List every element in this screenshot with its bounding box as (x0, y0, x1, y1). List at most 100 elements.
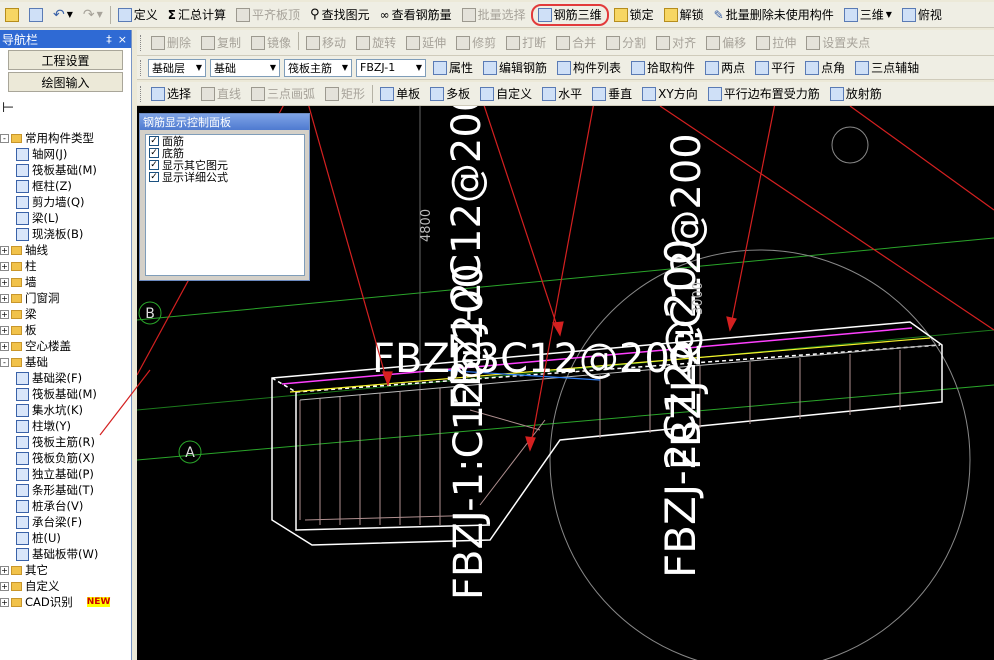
tree-item[interactable]: + 其它 (0, 562, 131, 578)
toolbar3-item-6-button[interactable]: 点角 (800, 57, 850, 79)
top-view-button[interactable]: 俯视 (897, 4, 947, 26)
tree-item[interactable]: 基础板带(W) (0, 546, 131, 562)
toolbar2-item-3-button[interactable]: 移动 (301, 32, 351, 54)
expand-toggle-icon[interactable]: + (0, 277, 9, 287)
toolbar4-item-10-button[interactable]: 平行边布置受力筋 (703, 83, 825, 105)
expand-toggle-icon[interactable]: + (0, 261, 9, 271)
tree-item[interactable]: 筏板基础(M) (0, 162, 131, 178)
expand-toggle-icon[interactable]: + (0, 325, 9, 335)
tree-item[interactable]: - 常用构件类型 (0, 130, 131, 146)
component-type-select[interactable]: 筏板主筋 ▼ (284, 58, 352, 77)
checkbox-icon[interactable]: ✓ (149, 160, 159, 170)
toolbar2-item-4-button[interactable]: 旋转 (351, 32, 401, 54)
tree-item[interactable]: 筏板基础(M) (0, 386, 131, 402)
expand-toggle-icon[interactable]: + (0, 565, 9, 575)
align-slab-top-button[interactable]: 平齐板顶 (231, 4, 305, 26)
tree-item[interactable]: + 门窗洞 (0, 290, 131, 306)
toolbar3-item-7-button[interactable]: 三点辅轴 (850, 57, 924, 79)
toolbar3-item-4-button[interactable]: 两点 (700, 57, 750, 79)
rebar-3d-button[interactable]: 钢筋三维 (530, 3, 609, 26)
tree-item[interactable]: + CAD识别 NEW (0, 594, 131, 610)
tree-item[interactable]: + 自定义 (0, 578, 131, 594)
toolbar2-item-9-button[interactable]: 分割 (601, 32, 651, 54)
tree-item[interactable]: 桩(U) (0, 530, 131, 546)
expand-toggle-icon[interactable]: + (0, 293, 9, 303)
define-button[interactable]: 定义 (113, 4, 163, 26)
toolbar4-item-5-button[interactable]: 多板 (425, 83, 475, 105)
tree-item[interactable]: 集水坑(K) (0, 402, 131, 418)
batch-delete-button[interactable]: ✎ 批量删除未使用构件 (709, 4, 839, 26)
save-button[interactable] (24, 4, 48, 26)
summary-calc-button[interactable]: Σ 汇总计算 (163, 4, 231, 26)
project-settings-button[interactable]: 工程设置 (8, 50, 123, 70)
tree-item[interactable]: + 空心楼盖 (0, 338, 131, 354)
tree-item[interactable]: 承台梁(F) (0, 514, 131, 530)
unlock-button[interactable]: 解锁 (659, 4, 709, 26)
component-name-select[interactable]: FBZJ-1 ▼ (356, 58, 426, 77)
toolbar3-item-1-button[interactable]: 编辑钢筋 (478, 57, 552, 79)
toolbar2-item-7-button[interactable]: 打断 (501, 32, 551, 54)
toolbar2-item-11-button[interactable]: 偏移 (701, 32, 751, 54)
tree-item[interactable]: + 板 (0, 322, 131, 338)
toolbar4-item-11-button[interactable]: 放射筋 (825, 83, 887, 105)
layer-select[interactable]: 基础层 ▼ (148, 58, 206, 77)
expand-toggle-icon[interactable]: - (0, 357, 9, 367)
close-icon[interactable]: × (118, 33, 127, 46)
toolbar2-item-8-button[interactable]: 合并 (551, 32, 601, 54)
expand-toggle-icon[interactable]: + (0, 309, 9, 319)
find-element-button[interactable]: ⚲ 查找图元 (305, 4, 375, 26)
tree-item[interactable]: 独立基础(P) (0, 466, 131, 482)
toolbar4-item-6-button[interactable]: 自定义 (475, 83, 537, 105)
toolbar2-item-10-button[interactable]: 对齐 (651, 32, 701, 54)
toolbar2-item-1-button[interactable]: 复制 (196, 32, 246, 54)
toolbar2-item-5-button[interactable]: 延伸 (401, 32, 451, 54)
open-file-button[interactable] (0, 4, 24, 26)
toolbar2-item-2-button[interactable]: 镜像 (246, 32, 296, 54)
tree-item[interactable]: 筏板负筋(X) (0, 450, 131, 466)
view-3d-button[interactable]: 三维 ▼ (839, 4, 897, 26)
tree-item[interactable]: + 梁 (0, 306, 131, 322)
expand-toggle-icon[interactable]: - (0, 133, 9, 143)
tree-item[interactable]: + 墙 (0, 274, 131, 290)
toolbar2-item-0-button[interactable]: 删除 (146, 32, 196, 54)
tree-item[interactable]: + 轴线 (0, 242, 131, 258)
toolbar4-item-3-button[interactable]: 矩形 (320, 83, 370, 105)
toolbar2-item-13-button[interactable]: 设置夹点 (801, 32, 875, 54)
category-select[interactable]: 基础 ▼ (210, 58, 280, 77)
tree-item[interactable]: 现浇板(B) (0, 226, 131, 242)
tree-item[interactable]: 轴网(J) (0, 146, 131, 162)
panel-option-3[interactable]: ✓ 显示详细公式 (146, 171, 304, 184)
tree-item[interactable]: 柱墩(Y) (0, 418, 131, 434)
toolbar4-item-7-button[interactable]: 水平 (537, 83, 587, 105)
toolbar2-item-12-button[interactable]: 拉伸 (751, 32, 801, 54)
toolbar4-item-2-button[interactable]: 三点画弧 (246, 83, 320, 105)
expand-toggle-icon[interactable]: + (0, 597, 9, 607)
tree-item[interactable]: 桩承台(V) (0, 498, 131, 514)
toolbar3-item-0-button[interactable]: 属性 (428, 57, 478, 79)
toolbar2-item-6-button[interactable]: 修剪 (451, 32, 501, 54)
expand-toggle-icon[interactable]: + (0, 341, 9, 351)
tree-item[interactable]: 基础梁(F) (0, 370, 131, 386)
pin-icon[interactable]: ‡ (106, 33, 112, 46)
expand-toggle-icon[interactable]: + (0, 245, 9, 255)
toolbar3-item-5-button[interactable]: 平行 (750, 57, 800, 79)
tree-item[interactable]: 筏板主筋(R) (0, 434, 131, 450)
toolbar4-item-9-button[interactable]: XY方向 (637, 83, 703, 105)
tree-item[interactable]: + 柱 (0, 258, 131, 274)
checkbox-icon[interactable]: ✓ (149, 148, 159, 158)
tree-item[interactable]: 条形基础(T) (0, 482, 131, 498)
checkbox-icon[interactable]: ✓ (149, 172, 159, 182)
tree-item[interactable]: 框柱(Z) (0, 178, 131, 194)
lock-button[interactable]: 锁定 (609, 4, 659, 26)
drawing-input-button[interactable]: 绘图输入 (8, 72, 123, 92)
toolbar4-item-1-button[interactable]: 直线 (196, 83, 246, 105)
expand-toggle-icon[interactable]: + (0, 581, 9, 591)
view-rebar-qty-button[interactable]: ∞ 查看钢筋量 (375, 4, 457, 26)
tree-item[interactable]: - 基础 (0, 354, 131, 370)
toolbar3-item-2-button[interactable]: 构件列表 (552, 57, 626, 79)
toolbar4-item-4-button[interactable]: 单板 (375, 83, 425, 105)
tree-item[interactable]: 剪力墙(Q) (0, 194, 131, 210)
checkbox-icon[interactable]: ✓ (149, 136, 159, 146)
toolbar3-item-3-button[interactable]: 拾取构件 (626, 57, 700, 79)
undo-button[interactable]: ↶ ▼ (48, 4, 78, 26)
